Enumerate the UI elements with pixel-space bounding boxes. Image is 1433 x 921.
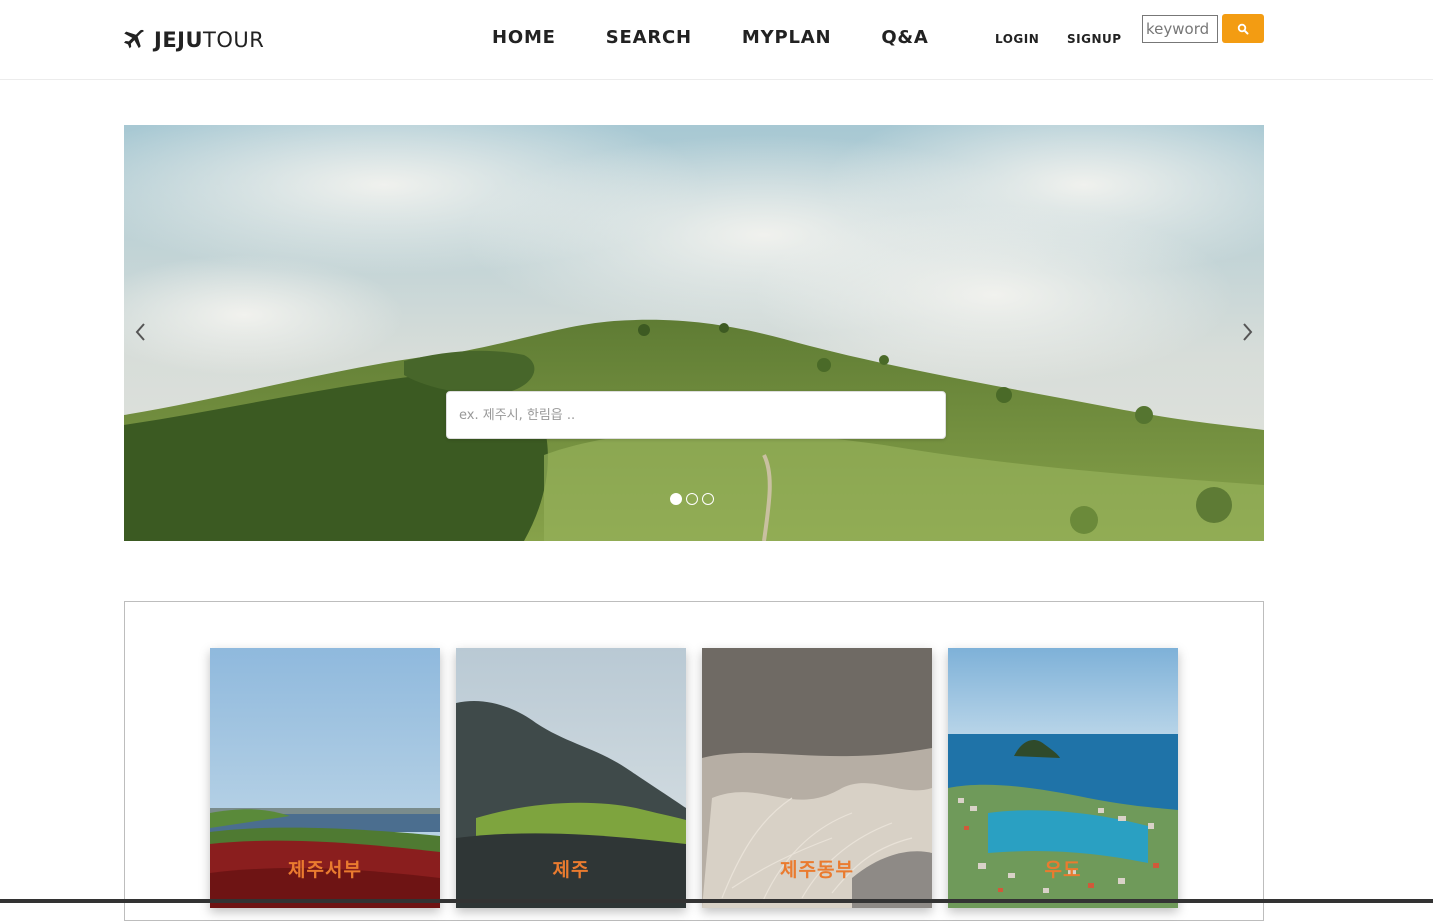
- region-card-east[interactable]: 제주동부: [702, 648, 932, 908]
- carousel-next-button[interactable]: [1232, 317, 1262, 347]
- region-card-west[interactable]: 제주서부: [210, 648, 440, 908]
- region-label: 제주: [552, 859, 590, 881]
- main-nav: HOME SEARCH MYPLAN Q&A: [492, 27, 979, 48]
- chevron-left-icon: [135, 323, 145, 341]
- region-label: 제주동부: [780, 859, 854, 881]
- header-search-input[interactable]: [1142, 15, 1218, 43]
- header-search-button[interactable]: [1222, 14, 1264, 43]
- logo-text-bold: JEJU: [154, 28, 204, 52]
- hero-search-input[interactable]: [446, 391, 946, 439]
- site-logo[interactable]: JEJUTOUR: [122, 26, 264, 54]
- carousel-dot[interactable]: [670, 493, 682, 505]
- search-icon: [1237, 23, 1249, 34]
- plane-icon: [124, 29, 144, 49]
- logo-text-light: TOUR: [203, 28, 265, 52]
- carousel-prev-button[interactable]: [126, 317, 156, 347]
- nav-search[interactable]: SEARCH: [606, 27, 692, 48]
- chevron-right-icon: [1243, 323, 1253, 341]
- region-card-jeju[interactable]: 제주: [456, 648, 686, 908]
- nav-qna[interactable]: Q&A: [881, 27, 928, 48]
- nav-home[interactable]: HOME: [492, 27, 556, 48]
- carousel-dot[interactable]: [702, 493, 714, 505]
- carousel-indicators: [670, 493, 714, 505]
- carousel-dot[interactable]: [686, 493, 698, 505]
- region-card-udo[interactable]: 우도: [948, 648, 1178, 908]
- window-bottom-edge: [0, 899, 1433, 903]
- region-label: 우도: [1044, 859, 1082, 881]
- login-link[interactable]: LOGIN: [995, 32, 1039, 46]
- hero-landscape-image: [124, 125, 1264, 541]
- hero-carousel: [124, 125, 1264, 541]
- region-label: 제주서부: [288, 859, 362, 881]
- nav-myplan[interactable]: MYPLAN: [742, 27, 831, 48]
- signup-link[interactable]: SIGNUP: [1067, 32, 1122, 46]
- site-header: JEJUTOUR HOME SEARCH MYPLAN Q&A LOGIN SI…: [0, 0, 1433, 80]
